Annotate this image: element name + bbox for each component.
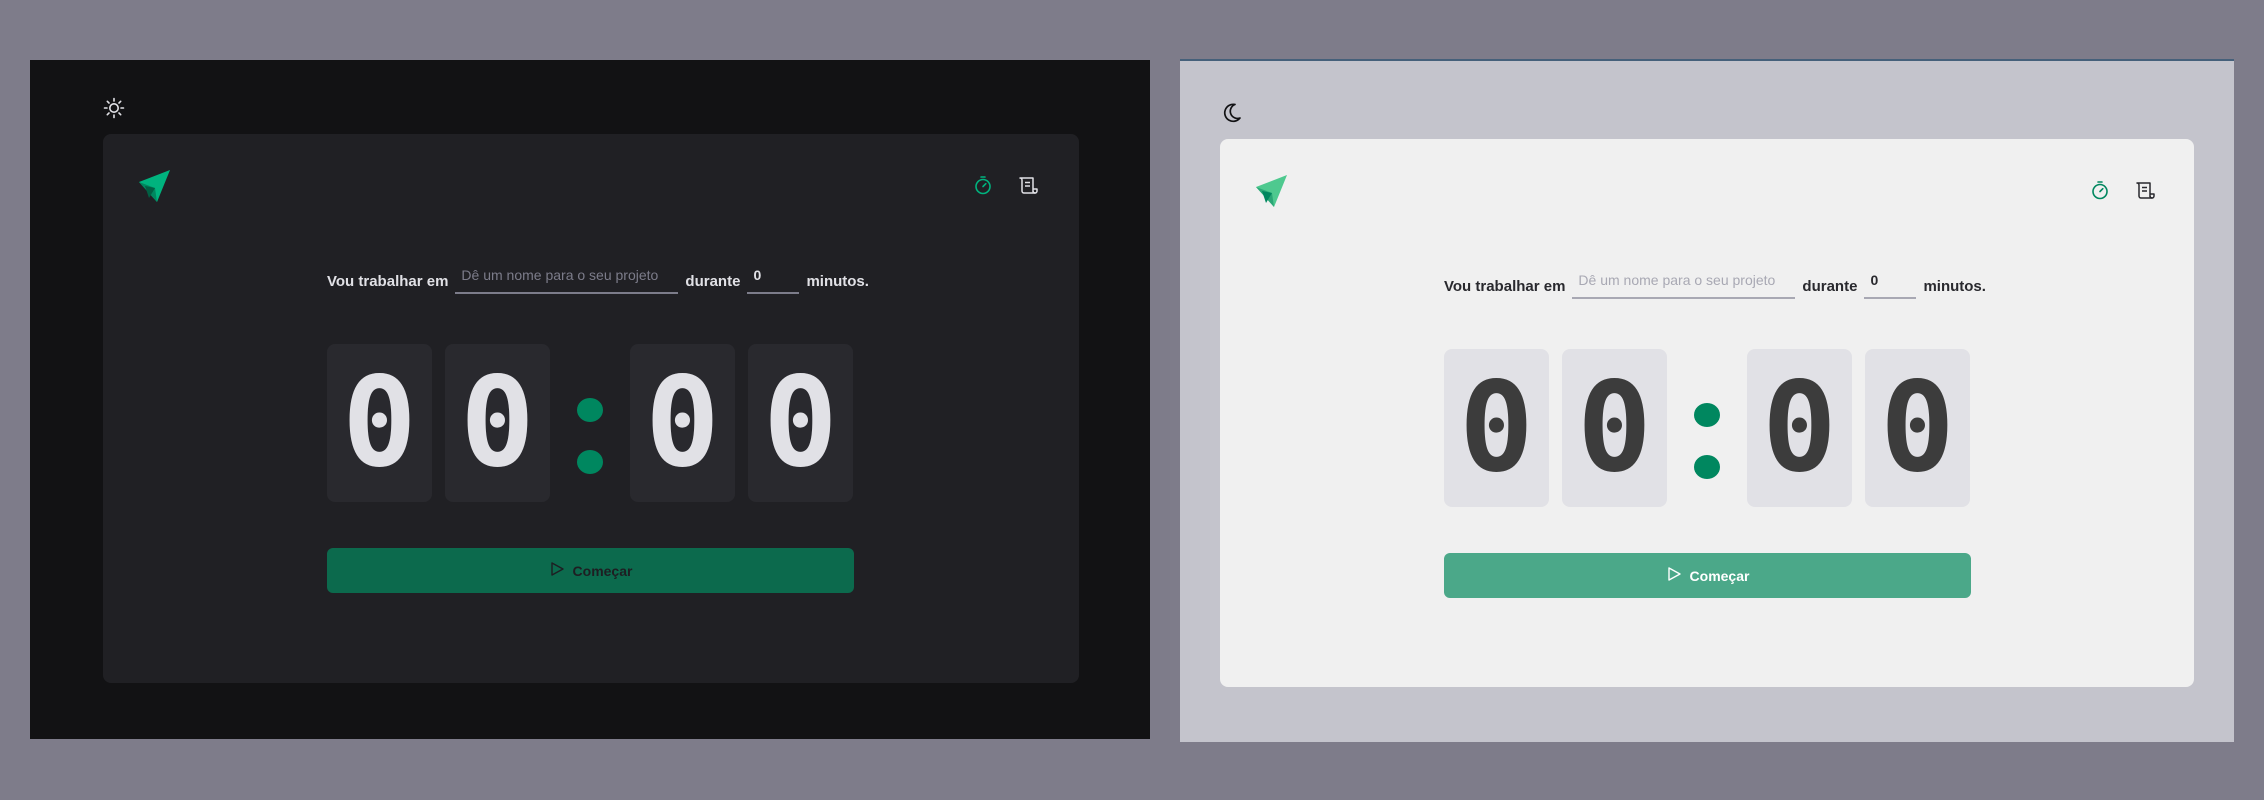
scroll-icon[interactable] bbox=[2134, 179, 2156, 201]
during-label: durante bbox=[1802, 278, 1858, 295]
play-icon bbox=[549, 561, 565, 580]
separator-dot bbox=[577, 450, 603, 474]
task-label: Vou trabalhar em bbox=[1444, 278, 1566, 295]
minutes-input[interactable] bbox=[1864, 269, 1917, 299]
project-name-input[interactable] bbox=[1572, 269, 1796, 299]
timer-card: Vou trabalhar em durante minutos. 0 0 0 … bbox=[103, 134, 1079, 683]
timer-icon[interactable] bbox=[972, 174, 994, 196]
countdown-digit: 0 bbox=[1562, 349, 1667, 507]
task-label: Vou trabalhar em bbox=[327, 273, 449, 290]
countdown-digit: 0 bbox=[630, 344, 735, 502]
during-label: durante bbox=[685, 273, 741, 290]
countdown-digit: 0 bbox=[748, 344, 853, 502]
countdown: 0 0 0 0 bbox=[1444, 349, 1971, 507]
timer-icon[interactable] bbox=[2089, 179, 2111, 201]
logo-icon bbox=[137, 168, 171, 204]
minutes-suffix: minutos. bbox=[806, 273, 869, 290]
countdown-separator bbox=[1694, 403, 1720, 479]
minutes-input[interactable] bbox=[747, 264, 800, 294]
task-form: Vou trabalhar em durante minutos. bbox=[327, 264, 869, 294]
timer-card: Vou trabalhar em durante minutos. 0 0 0 … bbox=[1220, 139, 2194, 687]
separator-dot bbox=[1694, 403, 1720, 427]
play-icon bbox=[1666, 566, 1682, 585]
dark-theme-screen: Vou trabalhar em durante minutos. 0 0 0 … bbox=[30, 60, 1150, 739]
start-button-label: Começar bbox=[1689, 567, 1750, 584]
logo-icon bbox=[1254, 173, 1288, 209]
start-button[interactable]: Começar bbox=[327, 548, 854, 593]
countdown-digit: 0 bbox=[1865, 349, 1970, 507]
project-name-input[interactable] bbox=[455, 264, 679, 294]
separator-dot bbox=[1694, 455, 1720, 479]
countdown: 0 0 0 0 bbox=[327, 344, 854, 502]
countdown-digit: 0 bbox=[1747, 349, 1852, 507]
countdown-digit: 0 bbox=[1444, 349, 1549, 507]
scroll-icon[interactable] bbox=[1017, 174, 1039, 196]
start-button[interactable]: Começar bbox=[1444, 553, 1971, 598]
countdown-digit: 0 bbox=[327, 344, 432, 502]
countdown-separator bbox=[577, 398, 603, 474]
light-theme-screen: Vou trabalhar em durante minutos. 0 0 0 … bbox=[1180, 59, 2234, 742]
separator-dot bbox=[577, 398, 603, 422]
sun-icon[interactable] bbox=[102, 96, 126, 120]
minutes-suffix: minutos. bbox=[1923, 278, 1986, 295]
moon-icon[interactable] bbox=[1220, 101, 1244, 125]
countdown-digit: 0 bbox=[445, 344, 550, 502]
start-button-label: Começar bbox=[572, 562, 633, 579]
task-form: Vou trabalhar em durante minutos. bbox=[1444, 269, 1986, 299]
